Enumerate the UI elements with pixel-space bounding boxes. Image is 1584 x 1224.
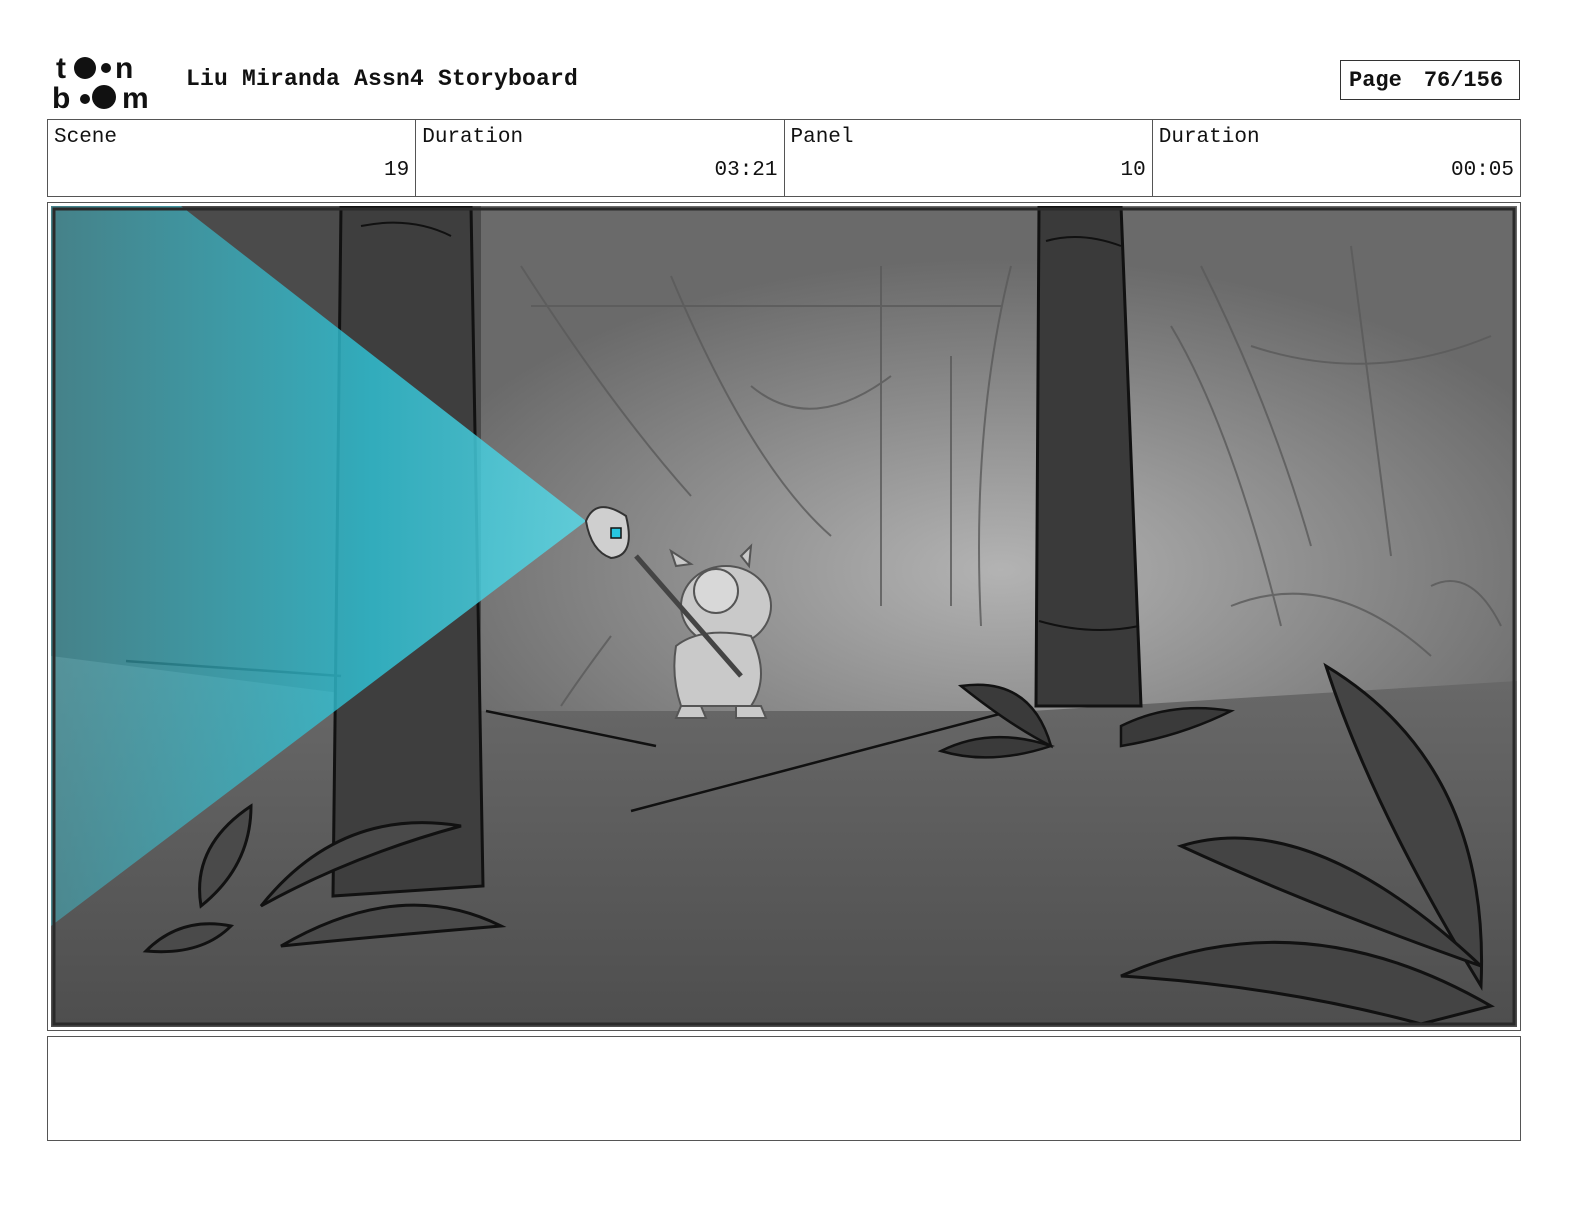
storyboard-panel-image	[51, 206, 1517, 1027]
svg-text:n: n	[115, 52, 133, 85]
document-title: Liu Miranda Assn4 Storyboard	[186, 66, 579, 92]
svg-text:t: t	[56, 52, 66, 85]
panel-info-row: Scene 19 Duration 03:21 Panel 10 Duratio…	[47, 119, 1521, 197]
panel-duration-value: 00:05	[1450, 159, 1514, 182]
panel-duration-cell: Duration 00:05	[1153, 120, 1520, 196]
panel-value: 10	[1120, 159, 1146, 182]
toon-boom-logo: t n b m	[52, 52, 149, 112]
scene-cell: Scene 19	[48, 120, 417, 196]
scene-duration-cell: Duration 03:21	[416, 120, 785, 196]
scene-value: 19	[384, 159, 410, 182]
panel-duration-label: Duration	[1158, 126, 1260, 149]
svg-text:b: b	[52, 82, 70, 112]
panel-label: Panel	[790, 126, 854, 149]
panel-notes-box	[47, 1036, 1521, 1141]
scene-duration-value: 03:21	[714, 159, 778, 182]
scene-duration-label: Duration	[422, 126, 524, 149]
scene-label: Scene	[54, 126, 118, 149]
svg-text:m: m	[122, 82, 149, 112]
page-number: 76/156	[1423, 67, 1504, 93]
panel-cell: Panel 10	[785, 120, 1153, 196]
page-indicator: Page 76/156	[1340, 60, 1520, 100]
page-label: Page	[1349, 67, 1402, 93]
